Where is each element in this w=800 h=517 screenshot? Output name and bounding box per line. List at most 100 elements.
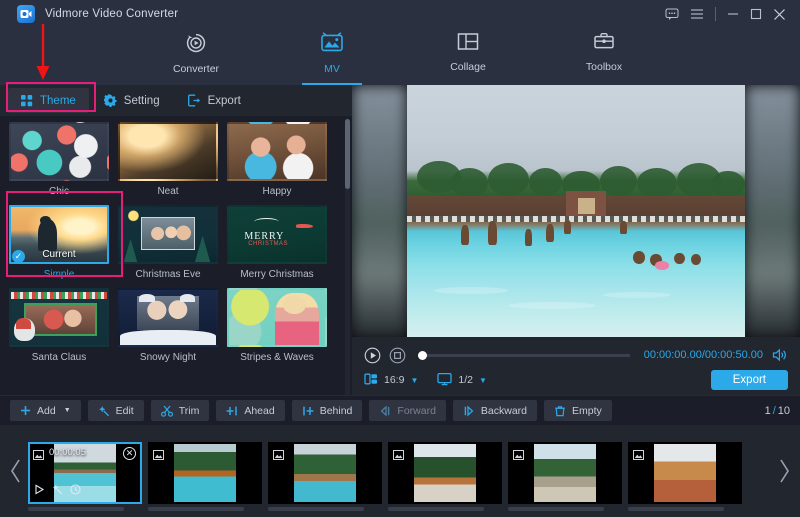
time-display: 00:00:00.00/00:00:50.00 <box>644 349 763 361</box>
timeline-clip[interactable] <box>388 442 502 504</box>
insert-ahead-icon <box>226 405 238 417</box>
tab-label: Export <box>208 95 241 107</box>
theme-selected-check-icon: ✓ <box>12 250 25 263</box>
aspect-ratio-selector[interactable]: 16:9 ▼ <box>364 372 418 389</box>
trim-button[interactable]: Trim <box>151 400 210 421</box>
gear-icon <box>104 94 117 107</box>
tab-theme[interactable]: Theme <box>8 88 89 113</box>
theme-scrollbar-thumb[interactable] <box>345 119 350 189</box>
image-badge-icon <box>153 447 164 465</box>
aspect-ratio-value: 16:9 <box>384 374 404 386</box>
timeline-strip[interactable]: 00:00:05 ✕ <box>28 425 772 517</box>
forward-button[interactable]: Forward <box>369 400 446 421</box>
tab-setting[interactable]: Setting <box>91 88 173 113</box>
theme-card-chic[interactable]: Chic <box>9 122 109 199</box>
theme-thumbnail <box>227 122 327 181</box>
video-preview[interactable] <box>352 85 800 337</box>
trash-icon <box>554 405 566 417</box>
converter-icon <box>185 32 207 59</box>
chevron-down-icon[interactable]: ▼ <box>479 376 487 385</box>
image-badge-icon <box>633 447 644 465</box>
timeline-clip[interactable] <box>628 442 742 504</box>
seek-bar[interactable] <box>418 354 630 357</box>
stop-icon[interactable] <box>389 347 406 364</box>
theme-thumbnail <box>118 205 218 264</box>
clip-timeline: 00:00:05 ✕ <box>0 425 800 517</box>
timeline-scroll-segment <box>148 507 244 511</box>
timeline-clip[interactable] <box>508 442 622 504</box>
move-backward-icon <box>463 405 475 417</box>
theme-grid: Chic Neat Happy <box>0 116 352 395</box>
timeline-scroll-segment <box>628 507 724 511</box>
volume-icon[interactable] <box>771 347 788 364</box>
clip-thumbnail <box>174 444 236 502</box>
clip-play-icon[interactable] <box>34 482 45 500</box>
theme-card-happy[interactable]: Happy <box>227 122 327 199</box>
theme-card-santa-claus[interactable]: Santa Claus <box>9 288 109 365</box>
timeline-scroll-segment <box>508 507 604 511</box>
behind-button[interactable]: Behind <box>292 400 363 421</box>
chevron-down-icon[interactable]: ▼ <box>410 376 418 385</box>
insert-behind-icon <box>302 405 314 417</box>
theme-current-badge: Current <box>11 249 107 260</box>
ahead-button[interactable]: Ahead <box>216 400 284 421</box>
button-label: Add <box>37 405 56 417</box>
empty-button[interactable]: Empty <box>544 400 612 421</box>
backward-button[interactable]: Backward <box>453 400 537 421</box>
tab-export[interactable]: Export <box>175 88 254 113</box>
timeline-next-button[interactable] <box>772 425 796 517</box>
play-icon[interactable] <box>364 347 381 364</box>
playback-row: 00:00:00.00/00:00:50.00 <box>364 343 788 367</box>
timeline-scroll-segment <box>28 507 124 511</box>
theme-scrollbar-track[interactable] <box>345 119 350 395</box>
export-button[interactable]: Export <box>711 370 788 390</box>
page-current: 1 <box>765 405 771 417</box>
timeline-prev-button[interactable] <box>4 425 28 517</box>
preview-panel: 00:00:00.00/00:00:50.00 16:9 ▼ <box>352 85 800 395</box>
button-label: Forward <box>397 405 436 417</box>
timeline-clip[interactable]: 00:00:05 ✕ <box>28 442 142 504</box>
edit-button[interactable]: Edit <box>88 400 144 421</box>
nav-tab-mv[interactable]: MV <box>293 28 371 85</box>
clip-duration-icon[interactable] <box>70 482 81 500</box>
close-icon[interactable] <box>773 8 786 21</box>
theme-row: Current ✓ Simple <box>9 205 342 282</box>
timeline-clip[interactable] <box>148 442 262 504</box>
monitor-icon <box>437 372 452 389</box>
seek-handle[interactable] <box>418 351 427 360</box>
add-button[interactable]: Add ▼ <box>10 400 81 421</box>
page-total: 10 <box>778 405 790 417</box>
minimize-icon[interactable] <box>727 8 739 20</box>
feedback-icon[interactable] <box>665 7 679 21</box>
screen-split-selector[interactable]: 1/2 ▼ <box>437 372 487 389</box>
app-logo-icon <box>17 5 35 23</box>
theme-label: Christmas Eve <box>118 264 218 282</box>
tab-label: Setting <box>124 95 160 107</box>
chevron-down-icon[interactable]: ▼ <box>64 407 71 414</box>
clip-remove-icon[interactable]: ✕ <box>123 447 136 460</box>
theme-label: Neat <box>118 181 218 199</box>
app-window: Vidmore Video Converter <box>0 0 800 517</box>
theme-card-merry-christmas[interactable]: MERRY CHRISTMAS Merry Christmas <box>227 205 327 282</box>
button-label: Empty <box>572 405 602 417</box>
clip-thumbnail <box>294 444 356 502</box>
plus-icon <box>20 405 31 416</box>
app-title: Vidmore Video Converter <box>45 8 178 20</box>
player-controls: 00:00:00.00/00:00:50.00 16:9 ▼ <box>352 337 800 395</box>
button-label: Ahead <box>244 405 274 417</box>
nav-tab-converter[interactable]: Converter <box>157 28 235 85</box>
theme-card-stripes-waves[interactable]: Stripes & Waves <box>227 288 327 365</box>
theme-card-neat[interactable]: Neat <box>118 122 218 199</box>
theme-card-christmas-eve[interactable]: Christmas Eve <box>118 205 218 282</box>
preview-blur-left <box>352 85 407 337</box>
nav-tab-collage[interactable]: Collage <box>429 28 507 85</box>
menu-icon[interactable] <box>690 8 704 20</box>
clip-effect-icon[interactable] <box>52 482 63 500</box>
timeline-scrollbar[interactable] <box>28 507 772 511</box>
theme-card-snowy-night[interactable]: Snowy Night <box>118 288 218 365</box>
page-separator: / <box>771 405 778 417</box>
timeline-clip[interactable] <box>268 442 382 504</box>
maximize-icon[interactable] <box>750 8 762 20</box>
nav-tab-toolbox[interactable]: Toolbox <box>565 28 643 85</box>
theme-card-simple[interactable]: Current ✓ Simple <box>9 205 109 282</box>
